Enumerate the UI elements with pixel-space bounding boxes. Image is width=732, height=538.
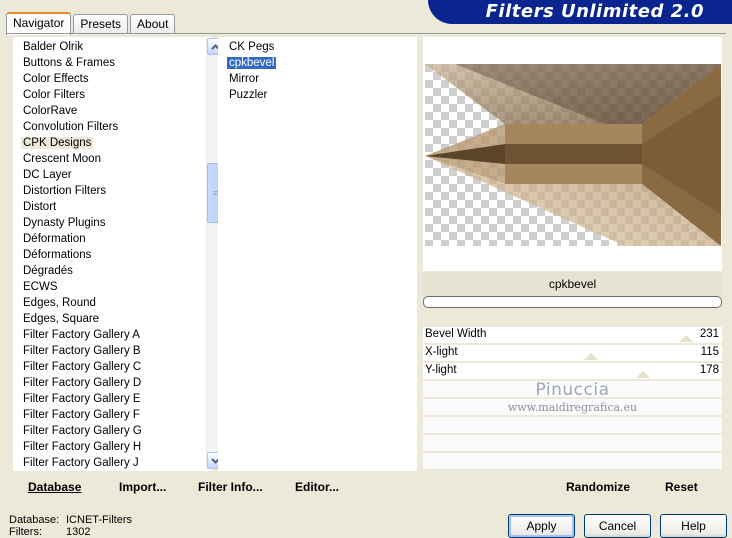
tab-presets[interactable]: Presets <box>73 14 129 34</box>
help-button[interactable]: Help <box>660 514 727 538</box>
status-info: Database: ICNET-Filters Filters: 1302 <box>9 514 132 538</box>
category-item[interactable]: Crescent Moon <box>13 151 212 167</box>
category-item[interactable]: CPK Designs <box>13 135 212 151</box>
tab-navigator[interactable]: Navigator <box>6 12 72 35</box>
filter-list-panel: CK Pegs cpkbevel Mirror Puzzler <box>218 37 417 471</box>
filter-name-label: cpkbevel <box>423 272 722 296</box>
preview-image <box>425 64 721 246</box>
category-item[interactable]: ColorRave <box>13 103 212 119</box>
slider-label: X-light <box>425 346 458 358</box>
category-list[interactable]: Balder Olrik Buttons & Frames Color Effect… <box>13 37 212 471</box>
category-item[interactable]: Filter Factory Gallery H <box>13 439 212 455</box>
filter-list[interactable]: CK Pegs cpkbevel Mirror Puzzler <box>218 37 417 103</box>
slider-value: 115 <box>700 346 719 358</box>
category-item[interactable]: Color Filters <box>13 87 212 103</box>
category-item[interactable]: DC Layer <box>13 167 212 183</box>
import-button[interactable]: Import... <box>119 480 166 494</box>
right-toolbar: Randomize Reset <box>423 474 722 500</box>
slider-value: 231 <box>699 328 719 340</box>
slider-thumb[interactable] <box>679 335 694 342</box>
category-list-panel: Balder Olrik Buttons & Frames Color Effect… <box>13 37 224 471</box>
filter-item[interactable]: cpkbevel <box>218 55 417 71</box>
category-item[interactable]: Edges, Square <box>13 311 212 327</box>
category-item[interactable]: Dynasty Plugins <box>13 215 212 231</box>
watermark-name: Pinuccia <box>535 380 610 400</box>
slider-label: Y-light <box>425 364 457 376</box>
category-item[interactable]: Filter Factory Gallery J <box>13 455 212 471</box>
category-item[interactable]: Dégradés <box>13 263 212 279</box>
tab-divider <box>6 33 726 34</box>
category-item[interactable]: Filter Factory Gallery E <box>13 391 212 407</box>
category-item[interactable]: Convolution Filters <box>13 119 212 135</box>
empty-slider-row <box>423 417 722 434</box>
category-item[interactable]: Déformations <box>13 247 212 263</box>
empty-slider-row <box>423 453 722 470</box>
filter-info-button[interactable]: Filter Info... <box>198 480 263 494</box>
category-item[interactable]: Filter Factory Gallery B <box>13 343 212 359</box>
slider-value: 178 <box>699 364 719 376</box>
filters-count: 1302 <box>66 526 91 538</box>
apply-button[interactable]: Apply <box>508 514 575 538</box>
database-button[interactable]: Database <box>28 480 81 494</box>
slider-thumb[interactable] <box>635 371 650 378</box>
preview-panel <box>423 37 722 271</box>
category-item[interactable]: Color Effects <box>13 71 212 87</box>
category-item[interactable]: Distortion Filters <box>13 183 212 199</box>
filters-label: Filters: <box>9 526 42 538</box>
filter-item[interactable]: CK Pegs <box>218 39 417 55</box>
category-item[interactable]: Filter Factory Gallery F <box>13 407 212 423</box>
editor-button[interactable]: Editor... <box>295 480 339 494</box>
slider-y-light[interactable]: Y-light 178 <box>423 363 722 380</box>
category-item[interactable]: Buttons & Frames <box>13 55 212 71</box>
title-banner: Filters Unlimited 2.0 <box>428 0 732 24</box>
category-item[interactable]: Filter Factory Gallery C <box>13 359 212 375</box>
cancel-button[interactable]: Cancel <box>584 514 651 538</box>
tab-strip: Navigator Presets About <box>6 10 177 35</box>
parameter-sliders: Bevel Width 231 X-light 115 Y-light 178 … <box>423 327 722 471</box>
category-item[interactable]: Filter Factory Gallery G <box>13 423 212 439</box>
slider-x-light[interactable]: X-light 115 <box>423 345 722 362</box>
slider-bevel-width[interactable]: Bevel Width 231 <box>423 327 722 344</box>
tab-about[interactable]: About <box>130 14 176 34</box>
reset-button[interactable]: Reset <box>665 480 698 494</box>
category-item[interactable]: Filter Factory Gallery D <box>13 375 212 391</box>
left-toolbar: Database Import... Filter Info... Editor… <box>13 474 417 500</box>
database-label: Database: <box>9 514 60 526</box>
watermark-url: www.maidiregrafica.eu <box>507 401 638 414</box>
category-item[interactable]: Edges, Round <box>13 295 212 311</box>
category-item[interactable]: Distort <box>13 199 212 215</box>
slider-thumb[interactable] <box>583 353 598 360</box>
app-title: Filters Unlimited 2.0 <box>485 1 704 22</box>
category-item[interactable]: Balder Olrik <box>13 39 212 55</box>
category-item[interactable]: ECWS <box>13 279 212 295</box>
database-value: ICNET-Filters <box>66 514 132 526</box>
randomize-button[interactable]: Randomize <box>566 480 630 494</box>
slider-label: Bevel Width <box>425 328 487 340</box>
category-item[interactable]: Filter Factory Gallery A <box>13 327 212 343</box>
filter-item[interactable]: Puzzler <box>218 87 417 103</box>
category-item[interactable]: Déformation <box>13 231 212 247</box>
empty-slider-row <box>423 435 722 452</box>
filter-item[interactable]: Mirror <box>218 71 417 87</box>
progress-bar <box>423 296 722 308</box>
